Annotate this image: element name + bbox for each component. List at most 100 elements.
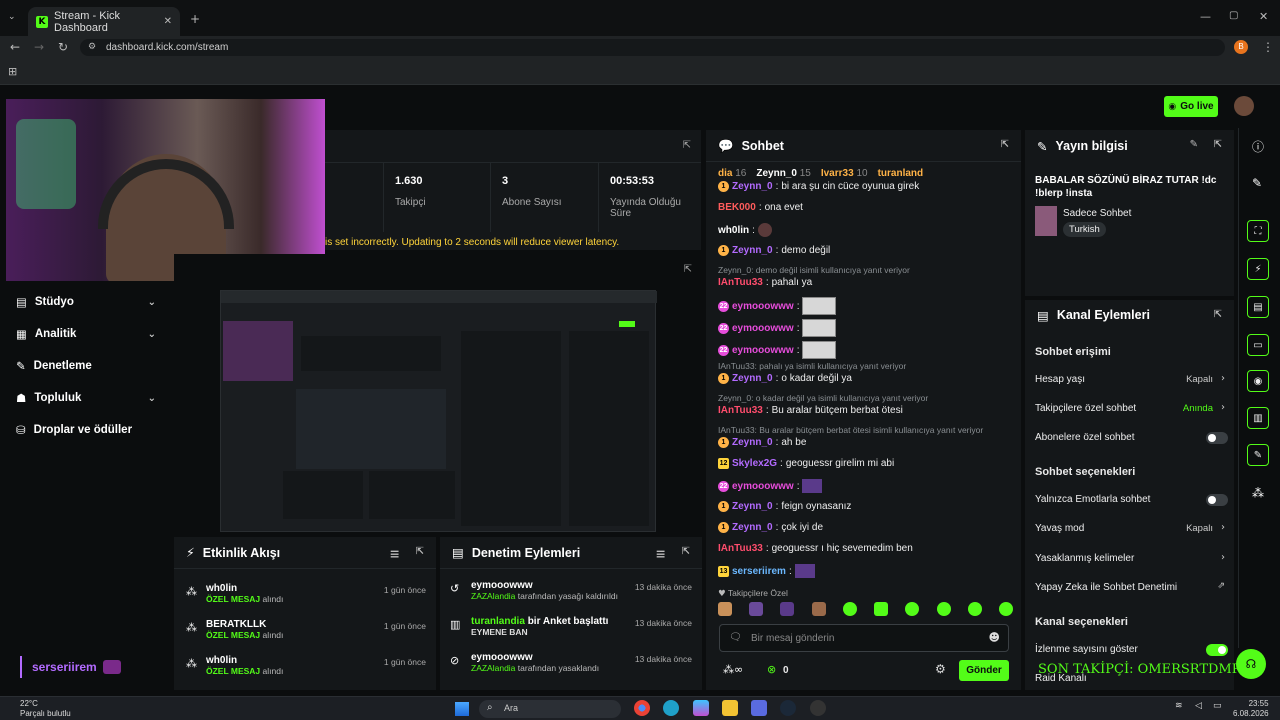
copilot-taskbar-icon[interactable] (693, 700, 709, 716)
chrome-taskbar-icon[interactable] (634, 700, 650, 716)
windows-start-icon[interactable] (455, 702, 469, 716)
chat-username[interactable]: serseriirem (732, 566, 786, 577)
go-live-button[interactable]: ◉ Go live (1164, 96, 1218, 117)
emote-icon[interactable] (967, 602, 982, 616)
chat-username[interactable]: BEK000 (718, 202, 756, 213)
minimize-icon[interactable]: — (1200, 10, 1211, 23)
chat-username[interactable]: eymooowww (732, 345, 794, 356)
chat-username[interactable]: eymooowww (732, 301, 794, 312)
new-tab-icon[interactable]: + (190, 12, 200, 26)
expand-icon[interactable]: ⇱ (683, 140, 691, 151)
subscribers-only-toggle[interactable] (1206, 432, 1228, 444)
chat-username[interactable]: Skylex2G (732, 458, 777, 469)
tab-search-icon[interactable]: ⌄ (8, 12, 16, 22)
expand-icon[interactable]: ⇱ (416, 546, 424, 557)
info-icon[interactable]: ⓘ (1252, 138, 1264, 155)
chat-username[interactable]: wh0lin (718, 225, 749, 236)
emote-icon[interactable] (998, 602, 1013, 616)
expand-icon[interactable]: ⇱ (1214, 139, 1222, 150)
emote-only-toggle[interactable] (1206, 494, 1228, 506)
send-button[interactable]: Gönder (959, 660, 1009, 681)
chat-username[interactable]: Zeynn_0 (732, 501, 773, 512)
url-field[interactable]: ⚙ dashboard.kick.com/stream (80, 39, 1225, 56)
sidebar-item-drops[interactable]: ⛁ Droplar ve ödüller (16, 423, 166, 437)
edge-taskbar-icon[interactable] (663, 700, 679, 716)
taskbar-search[interactable]: ⌕ Ara (479, 700, 621, 718)
emoji-icon[interactable]: ☻ (989, 631, 1000, 644)
chat-username[interactable]: Zeynn_0 (732, 245, 773, 256)
chat-username[interactable]: Zeynn_0 (732, 181, 773, 192)
ai-moderation-row[interactable]: Yapay Zeka ile Sohbet Denetimi ⇗ (1035, 581, 1225, 593)
rail-button-scan[interactable]: ⛶ (1247, 220, 1269, 242)
rail-button-layout[interactable]: ▥ (1247, 407, 1269, 429)
account-age-row[interactable]: Hesap yaşı Kapalı › (1035, 373, 1225, 385)
chat-username[interactable]: IAnTuu33 (718, 405, 763, 416)
stream-preview-video[interactable] (220, 290, 657, 532)
close-window-icon[interactable]: ✕ (1259, 10, 1268, 23)
steam-taskbar-icon[interactable] (780, 700, 796, 716)
show-viewers-toggle[interactable] (1206, 644, 1228, 656)
weather-widget[interactable]: 22°C Parçalı bulutlu (20, 699, 71, 719)
chat-username[interactable]: Zeynn_0 (732, 373, 773, 384)
volume-icon[interactable]: ◁ (1195, 701, 1202, 711)
emote-icon[interactable] (811, 602, 826, 616)
help-chat-button[interactable]: ☊ (1236, 649, 1266, 679)
forward-icon[interactable]: → (34, 40, 44, 54)
close-tab-icon[interactable]: ✕ (164, 16, 172, 27)
taskbar-clock[interactable]: 23:55 6.08.2026 (1233, 699, 1269, 719)
emote-icon[interactable] (749, 602, 764, 616)
rail-button-chat[interactable]: ▭ (1247, 334, 1269, 356)
site-info-icon[interactable]: ⚙ (88, 39, 96, 56)
browser-tab[interactable]: K Stream - Kick Dashboard ✕ (28, 7, 180, 36)
chat-input[interactable]: 🗨 Bir mesaj gönderin ☻ (719, 624, 1009, 652)
battery-icon[interactable]: ▭ (1213, 701, 1222, 711)
followers-only-row[interactable]: Takipçilere özel sohbet Anında › (1035, 402, 1225, 414)
rail-button-broadcast[interactable]: ◉ (1247, 370, 1269, 392)
rail-button-doc[interactable]: ▤ (1247, 296, 1269, 318)
chat-username[interactable]: Zeynn_0 (732, 522, 773, 533)
emote-icon[interactable] (936, 602, 951, 616)
chat-username[interactable]: eymooowww (732, 481, 794, 492)
emote-icon[interactable] (905, 602, 920, 616)
sidebar-user[interactable]: serseriirem (20, 656, 121, 678)
emote-icon[interactable] (842, 602, 857, 616)
edit-icon[interactable]: ✎ (1190, 139, 1198, 150)
menu-dots-icon[interactable]: ⋮ (1262, 40, 1274, 54)
expand-icon[interactable]: ⇱ (1001, 139, 1009, 150)
filter-icon[interactable]: ≡ (390, 546, 400, 561)
user-avatar[interactable] (1234, 96, 1254, 116)
rail-button-bolt[interactable]: ⚡ (1247, 258, 1269, 280)
chat-username[interactable]: eymooowww (732, 323, 794, 334)
reload-icon[interactable]: ↻ (58, 40, 68, 54)
kick-points-icon[interactable]: ⁂∞ (723, 663, 743, 676)
emote-icon[interactable] (718, 602, 732, 616)
store-taskbar-icon[interactable] (751, 700, 767, 716)
rail-button-wrench[interactable]: ✎ (1247, 444, 1269, 466)
chat-username[interactable]: Zeynn_0 (732, 437, 773, 448)
expand-icon[interactable]: ⇱ (684, 264, 692, 275)
sidebar-item-moderation[interactable]: ✎ Denetleme (16, 359, 156, 373)
slow-mode-row[interactable]: Yavaş mod Kapalı › (1035, 522, 1225, 534)
chat-username[interactable]: IAnTuu33 (718, 277, 763, 288)
expand-icon[interactable]: ⇱ (682, 546, 690, 557)
maximize-icon[interactable]: ▢ (1229, 10, 1238, 21)
back-icon[interactable]: ← (10, 40, 20, 54)
obs-taskbar-icon[interactable] (810, 700, 826, 716)
filter-icon[interactable]: ≡ (656, 546, 666, 561)
explorer-taskbar-icon[interactable] (722, 700, 738, 716)
sidebar-item-community[interactable]: ☗ Topluluk ⌄ (16, 391, 156, 405)
sidebar-item-analytics[interactable]: ▦ Analitik ⌄ (16, 327, 156, 341)
chat-username[interactable]: IAnTuu33 (718, 543, 763, 554)
kick-logo-icon[interactable]: ⁂ (1252, 486, 1264, 500)
expand-icon[interactable]: ⇱ (1214, 309, 1222, 320)
emote-icon[interactable] (780, 602, 795, 616)
sidebar-item-studio[interactable]: ▤ Stüdyo ⌄ (16, 295, 156, 309)
banned-words-row[interactable]: Yasaklanmış kelimeler › (1035, 552, 1225, 564)
profile-avatar[interactable]: B (1234, 40, 1248, 54)
emote-icon[interactable] (874, 602, 889, 616)
wifi-icon[interactable]: ≋ (1175, 701, 1183, 711)
settings-icon[interactable]: ⚙ (935, 662, 946, 676)
edit-icon[interactable]: ✎ (1252, 176, 1262, 190)
apps-grid-icon[interactable]: ⊞ (8, 65, 17, 78)
category-name: Sadece Sohbet (1063, 208, 1132, 219)
